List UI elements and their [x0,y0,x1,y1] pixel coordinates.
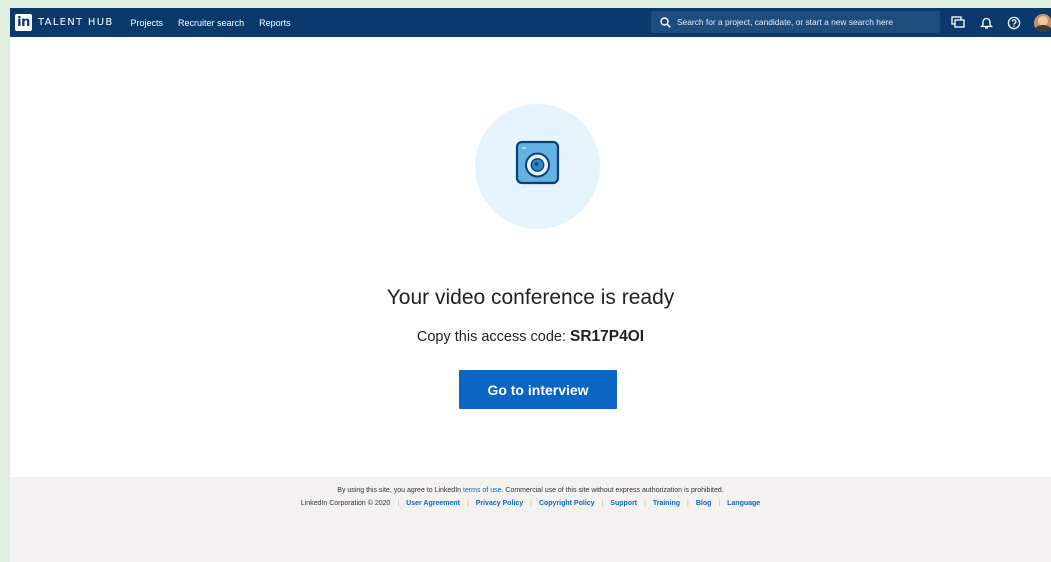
bell-icon[interactable] [978,15,994,31]
footer-links: LinkedIn Corporation © 2020 | User Agree… [300,500,761,507]
footer-legal-text: By using this site, you agree to LinkedI… [10,487,1051,494]
access-code-label: Copy this access code: [416,329,566,345]
footer-copyright: LinkedIn Corporation © 2020 [300,500,391,507]
global-search[interactable] [651,11,940,33]
camera-icon [515,140,560,185]
footer-link-support[interactable]: Support [610,500,637,507]
header-actions [950,8,1051,37]
help-icon[interactable] [1006,15,1022,31]
hero-illustration [475,104,600,229]
footer-link-training[interactable]: Training [653,500,680,507]
footer-link-user-agreement[interactable]: User Agreement [406,500,460,507]
search-icon [660,16,671,28]
access-code-value[interactable]: SR17P4OI [570,328,644,345]
linkedin-logo-icon: in [15,14,32,31]
footer-text-post: . Commercial use of this site without ex… [501,487,724,494]
footer: By using this site, you agree to LinkedI… [10,477,1051,562]
footer-link-copyright-policy[interactable]: Copyright Policy [539,500,595,507]
main-nav: Projects Recruiter search Reports [131,18,306,28]
footer-link-blog[interactable]: Blog [696,500,712,507]
search-input[interactable] [677,17,937,27]
brand-name: TALENT HUB [38,17,114,28]
footer-link-privacy-policy[interactable]: Privacy Policy [476,500,523,507]
access-code-line: Copy this access code: SR17P4OI [10,328,1051,346]
page-title: Your video conference is ready [386,286,675,309]
top-navigation-bar: in TALENT HUB Projects Recruiter search … [10,8,1051,37]
terms-of-use-link[interactable]: terms of use [463,487,502,494]
go-to-interview-button[interactable]: Go to interview [459,370,617,409]
avatar[interactable] [1034,13,1051,32]
app-window: in TALENT HUB Projects Recruiter search … [10,8,1051,562]
nav-projects[interactable]: Projects [131,18,164,28]
messages-icon[interactable] [950,15,966,31]
footer-text-pre: By using this site, you agree to LinkedI… [337,487,462,494]
main-content: Your video conference is ready Copy this… [10,37,1051,477]
footer-link-language[interactable]: Language [727,500,760,507]
nav-reports[interactable]: Reports [259,18,291,28]
talent-hub-logo[interactable]: in TALENT HUB [15,14,114,31]
nav-recruiter-search[interactable]: Recruiter search [178,18,244,28]
